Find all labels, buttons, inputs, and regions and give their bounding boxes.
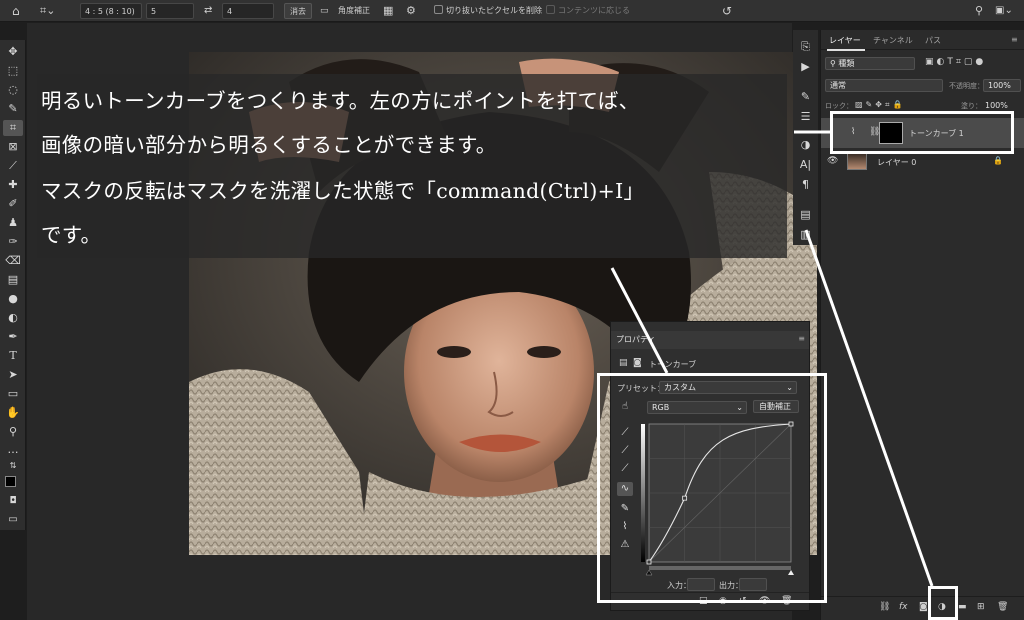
fx-icon[interactable]: fx — [899, 602, 908, 612]
instruction-line-2: 画像の暗い部分から明るくすることができます。 — [41, 133, 497, 157]
quick-select-icon[interactable]: ✎ — [3, 101, 23, 117]
fill-value[interactable]: 100% — [985, 101, 1008, 110]
tab-channels[interactable]: チャンネル — [873, 35, 913, 46]
tab-paths[interactable]: パス — [925, 35, 941, 46]
panel-menu-icon[interactable]: ≡ — [1011, 35, 1018, 44]
brush-icon[interactable]: ✐ — [3, 196, 23, 212]
history-panel-icon[interactable]: ⎘ — [798, 40, 813, 54]
delete-cropped-label: 切り抜いたピクセルを削除 — [446, 6, 542, 15]
layers-footer: ⛓ fx ◙ ◑ ▬ ⊞ 🗑 — [821, 596, 1024, 620]
add-mask-icon[interactable]: ◙ — [919, 602, 928, 612]
clear-button[interactable]: 消去 — [284, 3, 312, 19]
layer-filter-icons[interactable]: ▣◐T⌗▢● — [925, 57, 986, 67]
opacity-label: 不透明度： — [949, 82, 984, 90]
new-layer-icon[interactable]: ⊞ — [977, 602, 985, 612]
frame-icon[interactable]: ⊠ — [3, 139, 23, 155]
content-aware-checkbox[interactable] — [546, 5, 555, 14]
history-brush-icon[interactable]: ✑ — [3, 234, 23, 250]
swap-icon[interactable]: ⇄ — [204, 3, 212, 19]
delete-cropped-option[interactable]: 切り抜いたピクセルを削除 — [434, 3, 542, 19]
adjust-sliders-icon[interactable]: ☰ — [798, 110, 813, 124]
reset-icon[interactable]: ↺ — [722, 3, 732, 19]
notes-icon[interactable]: ▥ — [798, 228, 813, 242]
gear-icon[interactable]: ⚙ — [406, 3, 416, 19]
layer-highlight-frame — [830, 111, 1014, 154]
instruction-line-1: 明るいトーンカーブをつくります。左の方にポイントを打てば、 — [41, 89, 640, 113]
pen-icon[interactable]: ✒ — [3, 329, 23, 345]
layer-name[interactable]: レイヤー 0 — [877, 157, 916, 168]
panel-menu-icon[interactable]: ≡ — [798, 334, 805, 343]
properties-title: プロパティ — [611, 331, 809, 349]
options-bar: ⌂ ⌗⌄ 4 : 5 (8 : 10) 5 ⇄ 4 消去 ▭ 角度補正 ▦ ⚙ … — [0, 0, 1024, 22]
foreground-color-swatch[interactable] — [5, 476, 16, 487]
visibility-eye-icon[interactable]: 👁 — [827, 156, 838, 166]
swap-colors-icon[interactable]: ⇅ — [3, 458, 23, 474]
new-group-icon[interactable]: ▬ — [958, 602, 967, 612]
adjustments-icon[interactable]: ◑ — [798, 138, 813, 152]
move-icon[interactable]: ✥ — [3, 44, 23, 60]
healing-icon[interactable]: ✚ — [3, 177, 23, 193]
eyedropper-icon[interactable]: ⟋ — [3, 158, 23, 174]
instruction-overlay: 明るいトーンカーブをつくります。左の方にポイントを打てば、 画像の暗い部分から明… — [37, 74, 787, 258]
dodge-icon[interactable]: ◐ — [3, 310, 23, 326]
crop-height-field[interactable]: 4 — [222, 3, 274, 19]
crop-tool-preset-icon[interactable]: ⌗⌄ — [40, 3, 55, 19]
filter-kind-select[interactable]: ⚲ 種類 — [825, 57, 915, 70]
stamp-icon[interactable]: ♟ — [3, 215, 23, 231]
crop-icon[interactable]: ⌗ — [3, 120, 23, 136]
more-tools-icon[interactable]: … — [3, 442, 23, 458]
search-icon[interactable]: ⚲ — [975, 3, 983, 19]
crop-width-field[interactable]: 5 — [146, 3, 194, 19]
active-tab-indicator — [827, 49, 865, 51]
lock-icons[interactable]: ▨✎✥⌗🔒 — [855, 100, 905, 110]
type-icon[interactable]: T — [3, 348, 23, 364]
curves-type-icon: ▤ — [619, 358, 628, 368]
link-layers-icon[interactable]: ⛓ — [879, 602, 890, 612]
home-icon[interactable]: ⌂ — [12, 3, 20, 19]
straighten-icon[interactable]: ▭ — [320, 3, 329, 19]
adjustment-button-highlight-frame — [928, 586, 958, 620]
curve-highlight-frame — [597, 373, 827, 603]
panel-icon-strip: ⎘ ▶ ✎ ☰ ◑ A| ¶ ▤ ▥ — [793, 30, 818, 245]
eraser-icon[interactable]: ⌫ — [3, 253, 23, 269]
content-aware-option[interactable]: コンテンツに応じる — [546, 3, 630, 19]
workspace-icon[interactable]: ▣⌄ — [995, 3, 1013, 19]
screen-mode-icon[interactable]: ▭ — [3, 512, 23, 528]
paragraph-icon[interactable]: ¶ — [798, 178, 813, 192]
lock-icon: 🔒 — [993, 156, 1003, 165]
fill-label: 塗り： — [961, 102, 982, 110]
trash-icon[interactable]: 🗑 — [997, 602, 1008, 612]
tab-layers[interactable]: レイヤー — [829, 35, 861, 46]
hand-icon[interactable]: ✋ — [3, 405, 23, 421]
ratio-select[interactable]: 4 : 5 (8 : 10) — [80, 3, 142, 19]
layer-thumbnail — [847, 153, 867, 170]
actions-play-icon[interactable]: ▶ — [798, 60, 813, 74]
path-select-icon[interactable]: ➤ — [3, 367, 23, 383]
rectangle-icon[interactable]: ▭ — [3, 386, 23, 402]
overlay-grid-icon[interactable]: ▦ — [383, 3, 393, 19]
straighten-label[interactable]: 角度補正 — [338, 3, 370, 19]
adjustment-type-label: トーンカーブ — [649, 360, 697, 369]
instruction-line-3: マスクの反転はマスクを洗濯した状態で「command(Ctrl)+I」 — [41, 179, 645, 203]
blur-icon[interactable]: ● — [3, 291, 23, 307]
mask-type-icon[interactable]: ◙ — [633, 358, 642, 368]
gradient-icon[interactable]: ▤ — [3, 272, 23, 288]
zoom-icon[interactable]: ⚲ — [3, 424, 23, 440]
opacity-field[interactable]: 100% — [983, 79, 1021, 92]
libraries-icon[interactable]: ▤ — [798, 208, 813, 222]
tool-bar: ✥ ⬚ ◌ ✎ ⌗ ⊠ ⟋ ✚ ✐ ♟ ✑ ⌫ ▤ ● ◐ ✒ T ➤ ▭ ✋ … — [0, 40, 26, 530]
quick-mask-icon[interactable]: ◘ — [3, 493, 23, 509]
delete-cropped-checkbox[interactable] — [434, 5, 443, 14]
content-aware-label: コンテンツに応じる — [558, 6, 630, 15]
blend-mode-select[interactable]: 通常 — [825, 79, 943, 92]
filter-kind-label: 種類 — [838, 59, 855, 68]
lock-label: ロック： — [825, 102, 853, 110]
lasso-icon[interactable]: ◌ — [3, 82, 23, 98]
instruction-line-4: です。 — [41, 223, 102, 247]
character-icon[interactable]: A| — [798, 158, 813, 172]
brush-settings-icon[interactable]: ✎ — [798, 90, 813, 104]
layers-tab-bar: レイヤー チャンネル パス ≡ — [821, 32, 1024, 51]
marquee-icon[interactable]: ⬚ — [3, 63, 23, 79]
